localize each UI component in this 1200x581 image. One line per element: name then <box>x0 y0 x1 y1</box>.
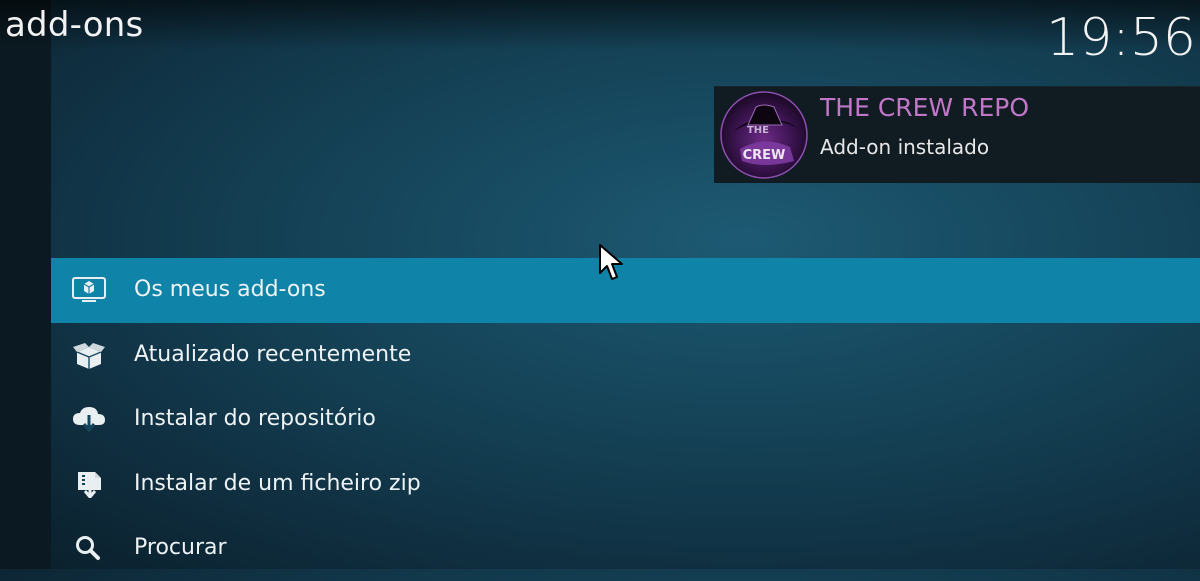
clock: 19:56 <box>1046 8 1196 68</box>
logo-text-the: THE <box>747 125 769 136</box>
logo-text-crew: CREW <box>743 148 786 163</box>
menu-item-label: Os meus add-ons <box>134 277 326 302</box>
addons-menu: Os meus add-ons Atualizado recentemente … <box>51 258 1200 581</box>
zip-install-icon <box>78 471 101 498</box>
notification-message: Add-on instalado <box>820 135 990 159</box>
monitor-box-icon <box>72 277 106 302</box>
menu-item-install-from-repository[interactable]: Instalar do repositório <box>51 387 1200 452</box>
menu-item-label: Atualizado recentemente <box>134 341 412 367</box>
open-box-icon <box>73 342 105 369</box>
menu-item-my-addons[interactable]: Os meus add-ons <box>51 258 1200 323</box>
search-icon <box>76 536 100 560</box>
notification-title: THE CREW REPO <box>820 93 1030 122</box>
cloud-download-icon <box>73 407 105 433</box>
menu-item-search[interactable]: Procurar <box>51 516 1200 581</box>
addon-installed-notification: THE CREW THE CREW REPO Add-on instalado <box>714 86 1200 183</box>
menu-item-label: Instalar do repositório <box>134 406 376 431</box>
menu-item-recently-updated[interactable]: Atualizado recentemente <box>51 323 1200 388</box>
mouse-pointer-icon <box>599 244 623 280</box>
page-title: add-ons <box>5 5 144 45</box>
menu-item-label: Procurar <box>134 535 227 560</box>
menu-item-install-from-zip[interactable]: Instalar de um ficheiro zip <box>51 452 1200 517</box>
the-crew-logo-icon: THE CREW <box>720 91 808 179</box>
top-bar <box>0 0 1200 50</box>
left-sidebar-strip <box>0 0 51 569</box>
menu-item-label: Instalar de um ficheiro zip <box>134 470 421 496</box>
